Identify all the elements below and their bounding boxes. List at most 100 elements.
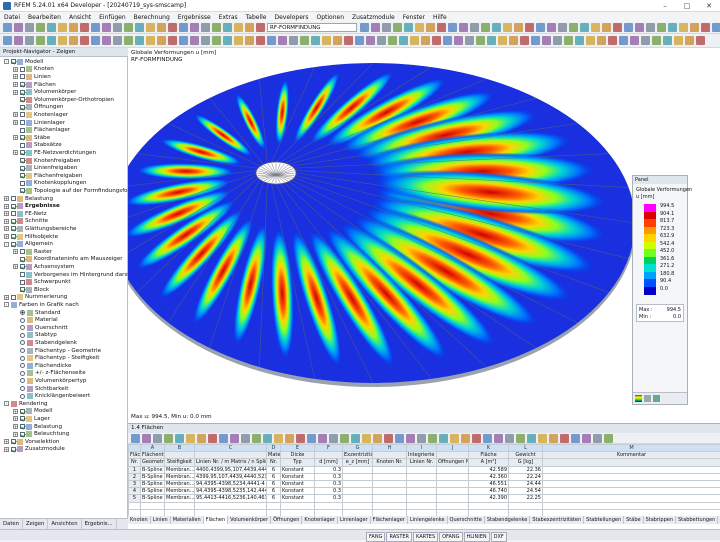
table-cell[interactable]: [469, 502, 509, 509]
tree-item-topologie-auf-der-formfindungsform[interactable]: Topologie auf der Formfindungsform: [13, 187, 128, 195]
checkbox[interactable]: [11, 204, 16, 209]
toolbar-button-icon[interactable]: [113, 36, 122, 45]
toolbar-button-icon[interactable]: [113, 23, 122, 32]
toolbar-button-icon[interactable]: [131, 434, 140, 443]
table-cell[interactable]: [543, 480, 720, 487]
toolbar-button-icon[interactable]: [712, 23, 720, 32]
menu-bearbeiten[interactable]: Bearbeiten: [28, 14, 61, 21]
toolbar-button-icon[interactable]: [384, 434, 393, 443]
checkbox[interactable]: [11, 295, 16, 300]
tree-item-modell[interactable]: +Modell: [13, 408, 52, 416]
table-cell[interactable]: [407, 502, 437, 509]
toolbar-button-icon[interactable]: [212, 23, 221, 32]
toolbar-button-icon[interactable]: [657, 23, 666, 32]
toolbar-button-icon[interactable]: [289, 36, 298, 45]
toolbar-button-icon[interactable]: [608, 36, 617, 45]
toolbar-button-icon[interactable]: [635, 23, 644, 32]
tree-item-verborgenes-im-hintergrund-darstellen[interactable]: Verborgenes im Hintergrund darstellen: [13, 271, 128, 279]
expand-icon[interactable]: +: [4, 447, 9, 452]
table-cell[interactable]: Membran...: [165, 495, 195, 502]
checkbox[interactable]: [11, 242, 16, 247]
status-toggle-fang[interactable]: FANG: [366, 532, 385, 542]
toolbar-button-icon[interactable]: [245, 23, 254, 32]
column-letter[interactable]: D: [267, 445, 281, 452]
menu-berechnung[interactable]: Berechnung: [134, 14, 170, 21]
table-tab-stabrippen[interactable]: Stabrippen: [644, 516, 676, 524]
toolbar-button-icon[interactable]: [701, 23, 710, 32]
menu-developers[interactable]: Developers: [275, 14, 309, 21]
toolbar-button-icon[interactable]: [505, 434, 514, 443]
column-letter[interactable]: M: [543, 445, 720, 452]
column-letter[interactable]: I: [407, 445, 437, 452]
toolbar-button-icon[interactable]: [476, 36, 485, 45]
radio-button[interactable]: [20, 378, 25, 383]
table-tab-knotenlager[interactable]: Knotenlager: [302, 516, 337, 524]
menu-ansicht[interactable]: Ansicht: [69, 14, 91, 21]
table-cell[interactable]: [407, 480, 437, 487]
expand-icon[interactable]: -: [4, 242, 9, 247]
checkbox[interactable]: [20, 74, 25, 79]
toolbar-button-icon[interactable]: [547, 23, 556, 32]
toolbar-button-icon[interactable]: [459, 23, 468, 32]
toolbar-button-icon[interactable]: [212, 36, 221, 45]
table-tab-materialien[interactable]: Materialien: [171, 516, 204, 524]
toolbar-button-icon[interactable]: [542, 36, 551, 45]
menu-zusatzmodule[interactable]: Zusatzmodule: [352, 14, 395, 21]
expand-icon[interactable]: +: [13, 249, 18, 254]
tree-item-farben-in-grafik-nach[interactable]: -Farben in Grafik nach: [4, 301, 79, 309]
graphics-view[interactable]: Globale Verformungen u [mm] RF-FORMFINDU…: [128, 48, 720, 423]
toolbar-button-icon[interactable]: [234, 23, 243, 32]
toolbar-button-icon[interactable]: [329, 434, 338, 443]
table-cell[interactable]: B-Spline: [141, 473, 165, 480]
expand-icon[interactable]: -: [4, 401, 9, 406]
status-toggle-kartes[interactable]: KARTES: [413, 532, 438, 542]
table-cell[interactable]: 0.3: [315, 466, 343, 473]
toolbar-button-icon[interactable]: [571, 434, 580, 443]
column-letter[interactable]: J: [437, 445, 469, 452]
toolbar-button-icon[interactable]: [80, 36, 89, 45]
table-cell[interactable]: [343, 495, 373, 502]
toolbar-button-icon[interactable]: [124, 36, 133, 45]
toolbar-button-icon[interactable]: [14, 36, 23, 45]
menu-hilfe[interactable]: Hilfe: [433, 14, 447, 21]
radio-button[interactable]: [20, 325, 25, 330]
radio-button[interactable]: [20, 340, 25, 345]
tree-item-glättungsbereiche[interactable]: +Glättungsbereiche: [4, 225, 77, 233]
toolbar-button-icon[interactable]: [448, 23, 457, 32]
table-row[interactable]: 3B-SplineMembran...94,4395-4398,5234,444…: [129, 480, 720, 487]
tree-item-querschnitt[interactable]: Querschnitt: [13, 324, 68, 332]
tree-item-stabsätze[interactable]: Stabsätze: [13, 142, 62, 150]
table-cell[interactable]: Konstant: [281, 480, 315, 487]
toolbar-button-icon[interactable]: [549, 434, 558, 443]
table-cell[interactable]: 0.3: [315, 495, 343, 502]
checkbox[interactable]: [20, 158, 25, 163]
toolbar-button-icon[interactable]: [564, 36, 573, 45]
column-letter[interactable]: L: [509, 445, 543, 452]
toolbar-button-icon[interactable]: [421, 36, 430, 45]
toolbar-button-icon[interactable]: [157, 36, 166, 45]
toolbar-button-icon[interactable]: [593, 434, 602, 443]
toolbar-button-icon[interactable]: [492, 23, 501, 32]
toolbar-button-icon[interactable]: [135, 36, 144, 45]
tree-item-zusatzmodule[interactable]: +Zusatzmodule: [4, 446, 65, 454]
tree-item-flächendicke[interactable]: Flächendicke: [13, 362, 71, 370]
navigator-tab-daten[interactable]: Daten: [0, 519, 23, 529]
toolbar-button-icon[interactable]: [696, 36, 705, 45]
toolbar-button-icon[interactable]: [580, 23, 589, 32]
table-cell[interactable]: [343, 488, 373, 495]
toolbar-button-icon[interactable]: [25, 36, 34, 45]
checkbox[interactable]: [11, 211, 16, 216]
toolbar-button-icon[interactable]: [487, 36, 496, 45]
table-cell[interactable]: Konstant: [281, 495, 315, 502]
checkbox[interactable]: [20, 128, 25, 133]
tree-item-volumenkörper[interactable]: +Volumenkörper: [13, 88, 76, 96]
table-tab-öffnungen[interactable]: Öffnungen: [271, 516, 302, 524]
table-cell[interactable]: Membran...: [165, 466, 195, 473]
tree-item-stabtyp[interactable]: Stabtyp: [13, 332, 57, 340]
panel-settings-icon[interactable]: [644, 395, 651, 402]
checkbox[interactable]: [20, 120, 25, 125]
tree-item-vorselektion[interactable]: +Vorselektion: [4, 438, 59, 446]
toolbar-button-icon[interactable]: [630, 36, 639, 45]
toolbar-button-icon[interactable]: [597, 36, 606, 45]
toolbar-button-icon[interactable]: [91, 36, 100, 45]
